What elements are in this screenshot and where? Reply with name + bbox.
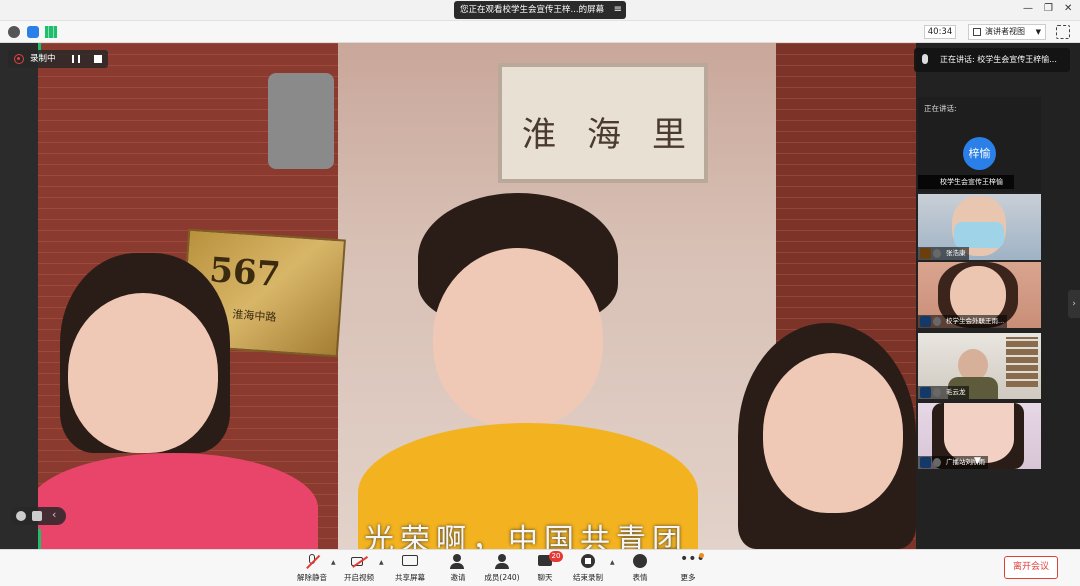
close-icon[interactable]: ✕ bbox=[1064, 3, 1072, 14]
reactions-button[interactable]: 表情 bbox=[618, 554, 662, 584]
invite-icon bbox=[450, 554, 466, 569]
members-button[interactable]: 成员(240) bbox=[480, 554, 524, 584]
leave-meeting-button[interactable]: 离开会议 bbox=[1004, 556, 1058, 579]
recording-options-icon[interactable]: ▲ bbox=[610, 559, 615, 566]
meeting-info-bar: 40:34 演讲者视图 ▼ bbox=[0, 21, 1080, 43]
shared-screen-video: 淮 海 里 567 淮海中路 光荣啊，中国共青团 bbox=[38, 43, 916, 549]
participant-tile[interactable]: 毛云龙 bbox=[918, 333, 1041, 399]
face-mask bbox=[954, 222, 1004, 248]
plaque-char: 海 bbox=[587, 115, 621, 155]
face bbox=[944, 403, 1014, 463]
person-center bbox=[358, 193, 718, 549]
share-screen-icon bbox=[402, 554, 418, 569]
camera-off-icon bbox=[351, 554, 368, 569]
microphone-icon bbox=[922, 54, 928, 64]
bookshelf bbox=[1006, 337, 1038, 387]
speaking-banner-text: 正在讲话: 校学生会宣传王梓愉... bbox=[940, 55, 1057, 64]
plaque-char: 淮 bbox=[522, 115, 556, 155]
bottom-toolbar: 解除静音 ▲ 开启视频 ▲ 共享屏幕 邀请 成员(240) 聊天 结束录制 ▲ … bbox=[0, 549, 1080, 586]
record-icon bbox=[14, 54, 24, 64]
info-icon[interactable] bbox=[8, 26, 20, 38]
active-border-bl bbox=[38, 529, 41, 549]
signal-icon[interactable] bbox=[45, 26, 57, 38]
wall-lamp bbox=[268, 73, 334, 169]
panel-toggle-icon[interactable]: › bbox=[1068, 290, 1080, 318]
audio-options-icon[interactable]: ▲ bbox=[331, 559, 336, 566]
invite-button[interactable]: 邀请 bbox=[436, 554, 480, 584]
speaking-label: 正在讲话: bbox=[924, 104, 957, 113]
mic-muted-icon bbox=[304, 554, 320, 569]
chevron-down-icon: ▼ bbox=[1035, 28, 1041, 36]
view-mode-button[interactable]: 演讲者视图 ▼ bbox=[968, 24, 1046, 40]
stop-record-icon bbox=[580, 554, 596, 569]
emoji-icon bbox=[632, 554, 648, 569]
window-title: 您正在观看校学生会宣传王梓...的屏幕 bbox=[460, 5, 605, 15]
speaker-view-icon bbox=[973, 28, 981, 36]
more-label: 更多 bbox=[680, 573, 696, 582]
minimize-icon[interactable]: — bbox=[1023, 3, 1033, 14]
stop-recording-label: 结束录制 bbox=[573, 573, 603, 582]
collapse-icon[interactable]: ‹ bbox=[52, 508, 56, 521]
start-video-button[interactable]: 开启视频 bbox=[337, 554, 381, 584]
chat-bubble-icon[interactable] bbox=[32, 511, 42, 521]
more-notification-dot bbox=[699, 553, 704, 558]
members-label: 成员(240) bbox=[484, 573, 520, 582]
video-subtitle: 光荣啊，中国共青团 bbox=[364, 523, 688, 549]
invite-label: 邀请 bbox=[450, 573, 466, 582]
title-bar: 您正在观看校学生会宣传王梓...的屏幕 ≡ — ❐ ✕ bbox=[0, 0, 1080, 21]
meeting-app: 您正在观看校学生会宣传王梓...的屏幕 ≡ — ❐ ✕ 40:34 演讲者视图 … bbox=[0, 0, 1080, 586]
chat-label: 聊天 bbox=[537, 573, 553, 582]
share-screen-label: 共享屏幕 bbox=[395, 573, 425, 582]
avatar: 梓愉 bbox=[963, 137, 996, 170]
unmute-button[interactable]: 解除静音 bbox=[290, 554, 334, 584]
participant-tile[interactable]: 张浩康 bbox=[918, 194, 1041, 260]
building-plaque: 淮 海 里 bbox=[498, 63, 708, 183]
left-margin bbox=[0, 43, 38, 549]
meeting-timer: 40:34 bbox=[924, 25, 956, 39]
participant-tile[interactable]: 校学生会外联王雨... bbox=[918, 262, 1041, 328]
shield-icon[interactable] bbox=[27, 26, 39, 38]
restore-icon[interactable]: ❐ bbox=[1044, 3, 1053, 14]
pause-recording-icon[interactable] bbox=[72, 55, 80, 63]
active-speaker-tile[interactable]: 正在讲话: 梓愉 校学生会宣传王梓愉 bbox=[918, 97, 1041, 192]
stop-recording-button[interactable]: 结束录制 bbox=[566, 554, 610, 584]
view-mode-label: 演讲者视图 bbox=[985, 27, 1025, 36]
speaker-name: 校学生会宣传王梓愉 bbox=[918, 175, 1014, 189]
members-icon bbox=[494, 554, 510, 569]
person-right bbox=[738, 323, 916, 549]
more-button[interactable]: ••• 更多 bbox=[666, 551, 710, 584]
recording-bar: 录制中 bbox=[8, 50, 108, 68]
screen-share-title[interactable]: 您正在观看校学生会宣传王梓...的屏幕 ≡ bbox=[454, 1, 626, 19]
floating-chat-controls: ‹ bbox=[10, 507, 66, 525]
person-left bbox=[38, 253, 338, 549]
plaque-char: 里 bbox=[652, 115, 686, 155]
participant-name: 毛云龙 bbox=[918, 386, 969, 399]
chat-unread-badge: 20 bbox=[549, 551, 563, 562]
recording-label: 录制中 bbox=[30, 54, 56, 64]
reactions-label: 表情 bbox=[632, 573, 648, 582]
emoji-icon[interactable] bbox=[16, 511, 26, 521]
participant-name: 张浩康 bbox=[918, 247, 969, 260]
scroll-down-icon[interactable]: ▼ bbox=[974, 456, 981, 466]
stop-recording-icon[interactable] bbox=[94, 55, 102, 63]
start-video-label: 开启视频 bbox=[344, 573, 374, 582]
unmute-label: 解除静音 bbox=[297, 573, 327, 582]
video-options-icon[interactable]: ▲ bbox=[379, 559, 384, 566]
share-screen-button[interactable]: 共享屏幕 bbox=[388, 554, 432, 584]
menu-icon[interactable]: ≡ bbox=[614, 1, 622, 19]
participant-name: 校学生会外联王雨... bbox=[918, 315, 1008, 328]
more-icon: ••• bbox=[680, 551, 705, 567]
fullscreen-icon[interactable] bbox=[1056, 25, 1070, 39]
speaking-banner: 正在讲话: 校学生会宣传王梓愉... bbox=[914, 48, 1070, 72]
